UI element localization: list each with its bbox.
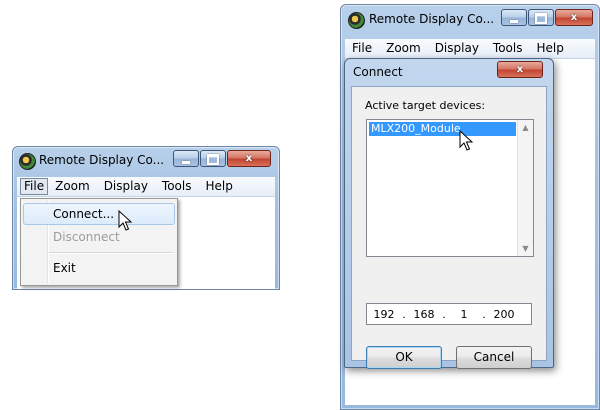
- minimize-button[interactable]: [173, 150, 199, 167]
- large-window-titlebar[interactable]: Remote Display Co... x: [341, 5, 599, 31]
- menu-help[interactable]: Help: [529, 39, 570, 58]
- ip-octet-2[interactable]: 168: [407, 308, 441, 321]
- ok-button[interactable]: OK: [366, 346, 442, 369]
- close-icon: x: [245, 153, 253, 164]
- menu-tools[interactable]: Tools: [486, 39, 530, 58]
- menu-zoom[interactable]: Zoom: [379, 39, 428, 58]
- minimize-icon: [510, 20, 518, 23]
- close-button[interactable]: x: [555, 9, 593, 26]
- ip-octet-1[interactable]: 192: [367, 308, 401, 321]
- cancel-button[interactable]: Cancel: [456, 346, 532, 369]
- device-list-item[interactable]: MLX200_Module: [369, 122, 516, 136]
- devices-listbox[interactable]: MLX200_Module ▲ ▼: [366, 119, 534, 257]
- mouse-pointer-icon: [459, 130, 474, 151]
- menu-item-disconnect[interactable]: Disconnect: [23, 226, 175, 248]
- maximize-button[interactable]: [200, 150, 226, 167]
- dialog-body: Active target devices: MLX200_Module ▲ ▼…: [351, 86, 547, 369]
- menu-tools[interactable]: Tools: [155, 177, 199, 196]
- close-icon: x: [516, 64, 524, 75]
- mouse-pointer-icon: [118, 210, 133, 231]
- menu-item-connect[interactable]: Connect...: [23, 203, 175, 225]
- close-icon: x: [570, 12, 578, 23]
- close-button[interactable]: x: [227, 150, 271, 167]
- menu-zoom[interactable]: Zoom: [48, 177, 97, 196]
- devices-label: Active target devices:: [365, 99, 486, 112]
- menu-help[interactable]: Help: [198, 177, 239, 196]
- minimize-button[interactable]: [501, 9, 527, 26]
- large-window-title: Remote Display Co...: [369, 12, 495, 26]
- app-icon: [19, 153, 36, 170]
- ip-address-field[interactable]: 192 . 168 . 1 . 200: [366, 303, 532, 325]
- small-window-titlebar[interactable]: Remote Display Co... x: [13, 147, 279, 173]
- scroll-down-icon[interactable]: ▼: [518, 241, 533, 256]
- menu-file[interactable]: File: [20, 178, 49, 195]
- dialog-close-button[interactable]: x: [497, 61, 543, 78]
- app-icon: [348, 12, 365, 29]
- menu-separator: [49, 252, 173, 254]
- minimize-icon: [182, 161, 190, 164]
- small-window-title: Remote Display Co...: [39, 153, 165, 167]
- menu-display[interactable]: Display: [428, 39, 486, 58]
- menu-display[interactable]: Display: [97, 177, 155, 196]
- small-window-menubar: File Zoom Display Tools Help: [17, 177, 275, 197]
- ip-octet-4[interactable]: 200: [487, 308, 521, 321]
- listbox-scrollbar[interactable]: ▲ ▼: [517, 120, 533, 256]
- maximize-icon: [535, 13, 547, 24]
- connect-dialog: Connect x Active target devices: MLX200_…: [344, 58, 554, 369]
- ip-octet-3[interactable]: 1: [447, 308, 481, 321]
- dialog-title: Connect: [353, 65, 403, 79]
- scroll-up-icon[interactable]: ▲: [518, 120, 533, 135]
- large-window-menubar: File Zoom Display Tools Help: [345, 39, 595, 59]
- maximize-button[interactable]: [528, 9, 554, 26]
- maximize-icon: [207, 154, 219, 165]
- menu-file[interactable]: File: [345, 39, 379, 58]
- menu-item-exit[interactable]: Exit: [23, 257, 175, 279]
- file-dropdown-menu: Connect... Disconnect Exit: [20, 198, 178, 286]
